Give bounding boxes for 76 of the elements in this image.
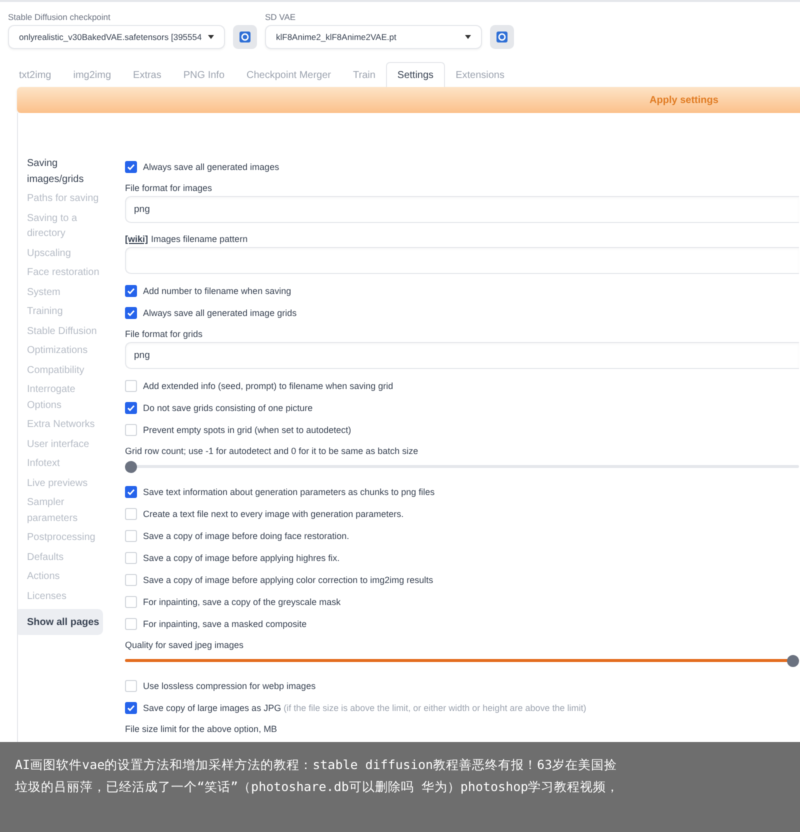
checkbox-label: Save copy of large images as JPG (if the file size is above the limit, or either width or height are above the limit): [143, 703, 586, 713]
checkbox-label: For inpainting, save a masked composite: [143, 619, 307, 629]
sidebar-item[interactable]: Face restoration: [27, 263, 105, 282]
dropdown-label: SD VAE: [265, 12, 297, 22]
wiki-link[interactable]: [wiki]: [125, 234, 148, 244]
input-field[interactable]: [125, 247, 799, 274]
checkbox[interactable]: [125, 486, 137, 498]
vae-dropdown[interactable]: klF8Anime2_klF8Anime2VAE.pt: [265, 25, 482, 49]
slider[interactable]: [125, 655, 799, 667]
checkbox[interactable]: [125, 402, 137, 414]
sidebar-item[interactable]: Infotext: [27, 454, 105, 474]
checkbox-label: Add extended info (seed, prompt) to filename when saving grid: [143, 381, 394, 391]
checkbox-label: Save a copy of image before doing face restoration.: [143, 531, 350, 541]
tab[interactable]: Checkpoint Merger: [236, 62, 342, 87]
checkbox-label: Use lossless compression for webp images: [143, 681, 316, 691]
slider-thumb[interactable]: [125, 461, 137, 473]
sidebar-item[interactable]: Postprocessing: [27, 528, 105, 548]
sidebar-item[interactable]: Compatibility: [27, 360, 105, 380]
caret-icon: [465, 35, 471, 39]
slider-label: Quality for saved jpeg images: [125, 640, 245, 650]
model-dropdown[interactable]: onlyrealistic_v30BakedVAE.safetensors [395554: [8, 25, 225, 49]
checkbox-label: Prevent empty spots in grid (when set to autodetect): [143, 425, 352, 435]
caret-icon: [208, 35, 214, 39]
sidebar-item[interactable]: Licenses: [27, 586, 105, 606]
checkbox-label: Save text information about generation parameters as chunks to png files: [143, 487, 435, 497]
field-label: File size limit for the above option, MB: [125, 724, 278, 734]
sidebar-item[interactable]: Stable Diffusion: [27, 322, 105, 341]
caption-text: AI画图软件vae的设置方法和增加采样方法的教程：stable diffusion教程善恶终有报！63岁在美国捡垃圾的吕丽萍，已经活成了一个“笑话”（photoshare.db可以删除吗 华为）photoshop学习教程视频，: [15, 756, 620, 796]
sidebar-item[interactable]: Live previews: [27, 474, 105, 493]
sidebar-item[interactable]: Upscaling: [27, 244, 105, 263]
sidebar-item[interactable]: Paths for saving: [27, 189, 105, 208]
slider[interactable]: [125, 461, 799, 473]
dropdown-label: Stable Diffusion checkpoint: [8, 12, 112, 22]
field-label: Images filename pattern: [151, 234, 248, 244]
sidebar-item[interactable]: Training: [27, 302, 105, 322]
sidebar-item[interactable]: Interrogate Options: [27, 380, 105, 415]
tab[interactable]: txt2img: [8, 62, 62, 87]
checkbox[interactable]: [125, 702, 137, 714]
refresh-button[interactable]: [233, 25, 257, 49]
checkbox-label: For inpainting, save a copy of the greyscale mask: [143, 597, 341, 607]
refresh-icon: [239, 31, 251, 43]
slider-label: Grid row count; use -1 for autodetect and 0 for it to be same as batch size: [125, 446, 420, 456]
input-field[interactable]: png: [125, 196, 799, 223]
tab[interactable]: PNG Info: [172, 62, 236, 87]
sidebar-item[interactable]: Defaults: [27, 548, 105, 567]
checkbox-label: Create a text file next to every image with generation parameters.: [143, 509, 404, 519]
checkbox-label: Do not save grids consisting of one picture: [143, 403, 313, 413]
sidebar-item[interactable]: Sampler parameters: [27, 493, 105, 528]
tab[interactable]: Settings: [386, 62, 445, 87]
sidebar-item[interactable]: Optimizations: [27, 341, 105, 360]
checkbox[interactable]: [125, 285, 137, 297]
tab[interactable]: Extras: [122, 62, 172, 87]
tab[interactable]: Extensions: [444, 62, 516, 87]
checkbox-label: Save a copy of image before applying highres fix.: [143, 553, 340, 563]
tab[interactable]: Train: [342, 62, 386, 87]
refresh-icon: [496, 31, 508, 43]
field-label: File format for grids: [125, 329, 204, 339]
refresh-button[interactable]: [490, 25, 514, 49]
sidebar-item[interactable]: System: [27, 282, 105, 302]
checkbox-label: Add number to filename when saving: [143, 286, 292, 296]
checkbox[interactable]: [125, 307, 137, 319]
checkbox-label: Always save all generated images: [143, 162, 280, 172]
sidebar-item[interactable]: Actions: [27, 567, 105, 586]
checkbox-label: Save a copy of image before applying color correction to img2img results: [143, 575, 434, 585]
apply-settings-button[interactable]: Apply settings: [17, 87, 800, 113]
sidebar-item[interactable]: Saving to a directory: [27, 208, 105, 244]
checkbox[interactable]: [125, 161, 137, 173]
field-label: File format for images: [125, 183, 214, 193]
slider-thumb[interactable]: [787, 655, 799, 667]
input-field[interactable]: png: [125, 342, 799, 369]
sidebar-item[interactable]: Extra Networks: [27, 415, 105, 434]
show-all-pages-button[interactable]: Show all pages: [18, 609, 103, 635]
checkbox-label: Always save all generated image grids: [143, 308, 297, 318]
tab[interactable]: img2img: [62, 62, 122, 87]
sidebar-item[interactable]: Saving images/grids: [27, 154, 105, 189]
sidebar-item[interactable]: User interface: [27, 434, 105, 454]
